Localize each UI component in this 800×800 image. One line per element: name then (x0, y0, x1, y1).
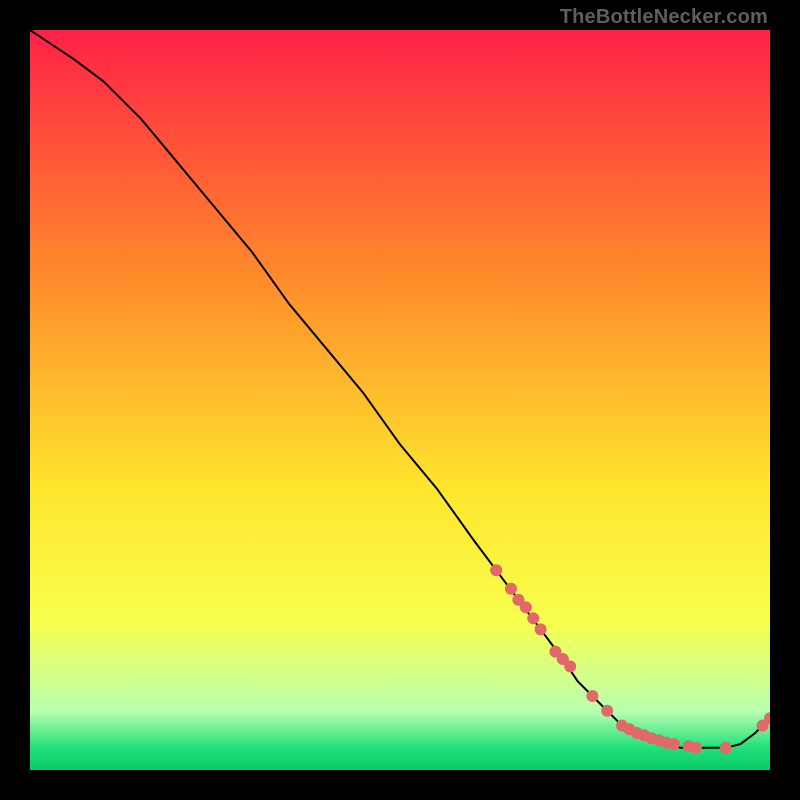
plot-area (30, 30, 770, 770)
chart-stage: TheBottleNecker.com (0, 0, 800, 800)
data-point (520, 601, 532, 613)
plot-svg (30, 30, 770, 770)
data-point (564, 660, 576, 672)
data-point (601, 705, 613, 717)
data-point (527, 612, 539, 624)
data-point (535, 623, 547, 635)
watermark-text: TheBottleNecker.com (560, 6, 768, 29)
data-point (490, 564, 502, 576)
gradient-bg (30, 30, 770, 770)
data-point (505, 583, 517, 595)
data-point (690, 742, 702, 754)
data-point (720, 742, 732, 754)
data-point (586, 690, 598, 702)
data-point (668, 738, 680, 750)
